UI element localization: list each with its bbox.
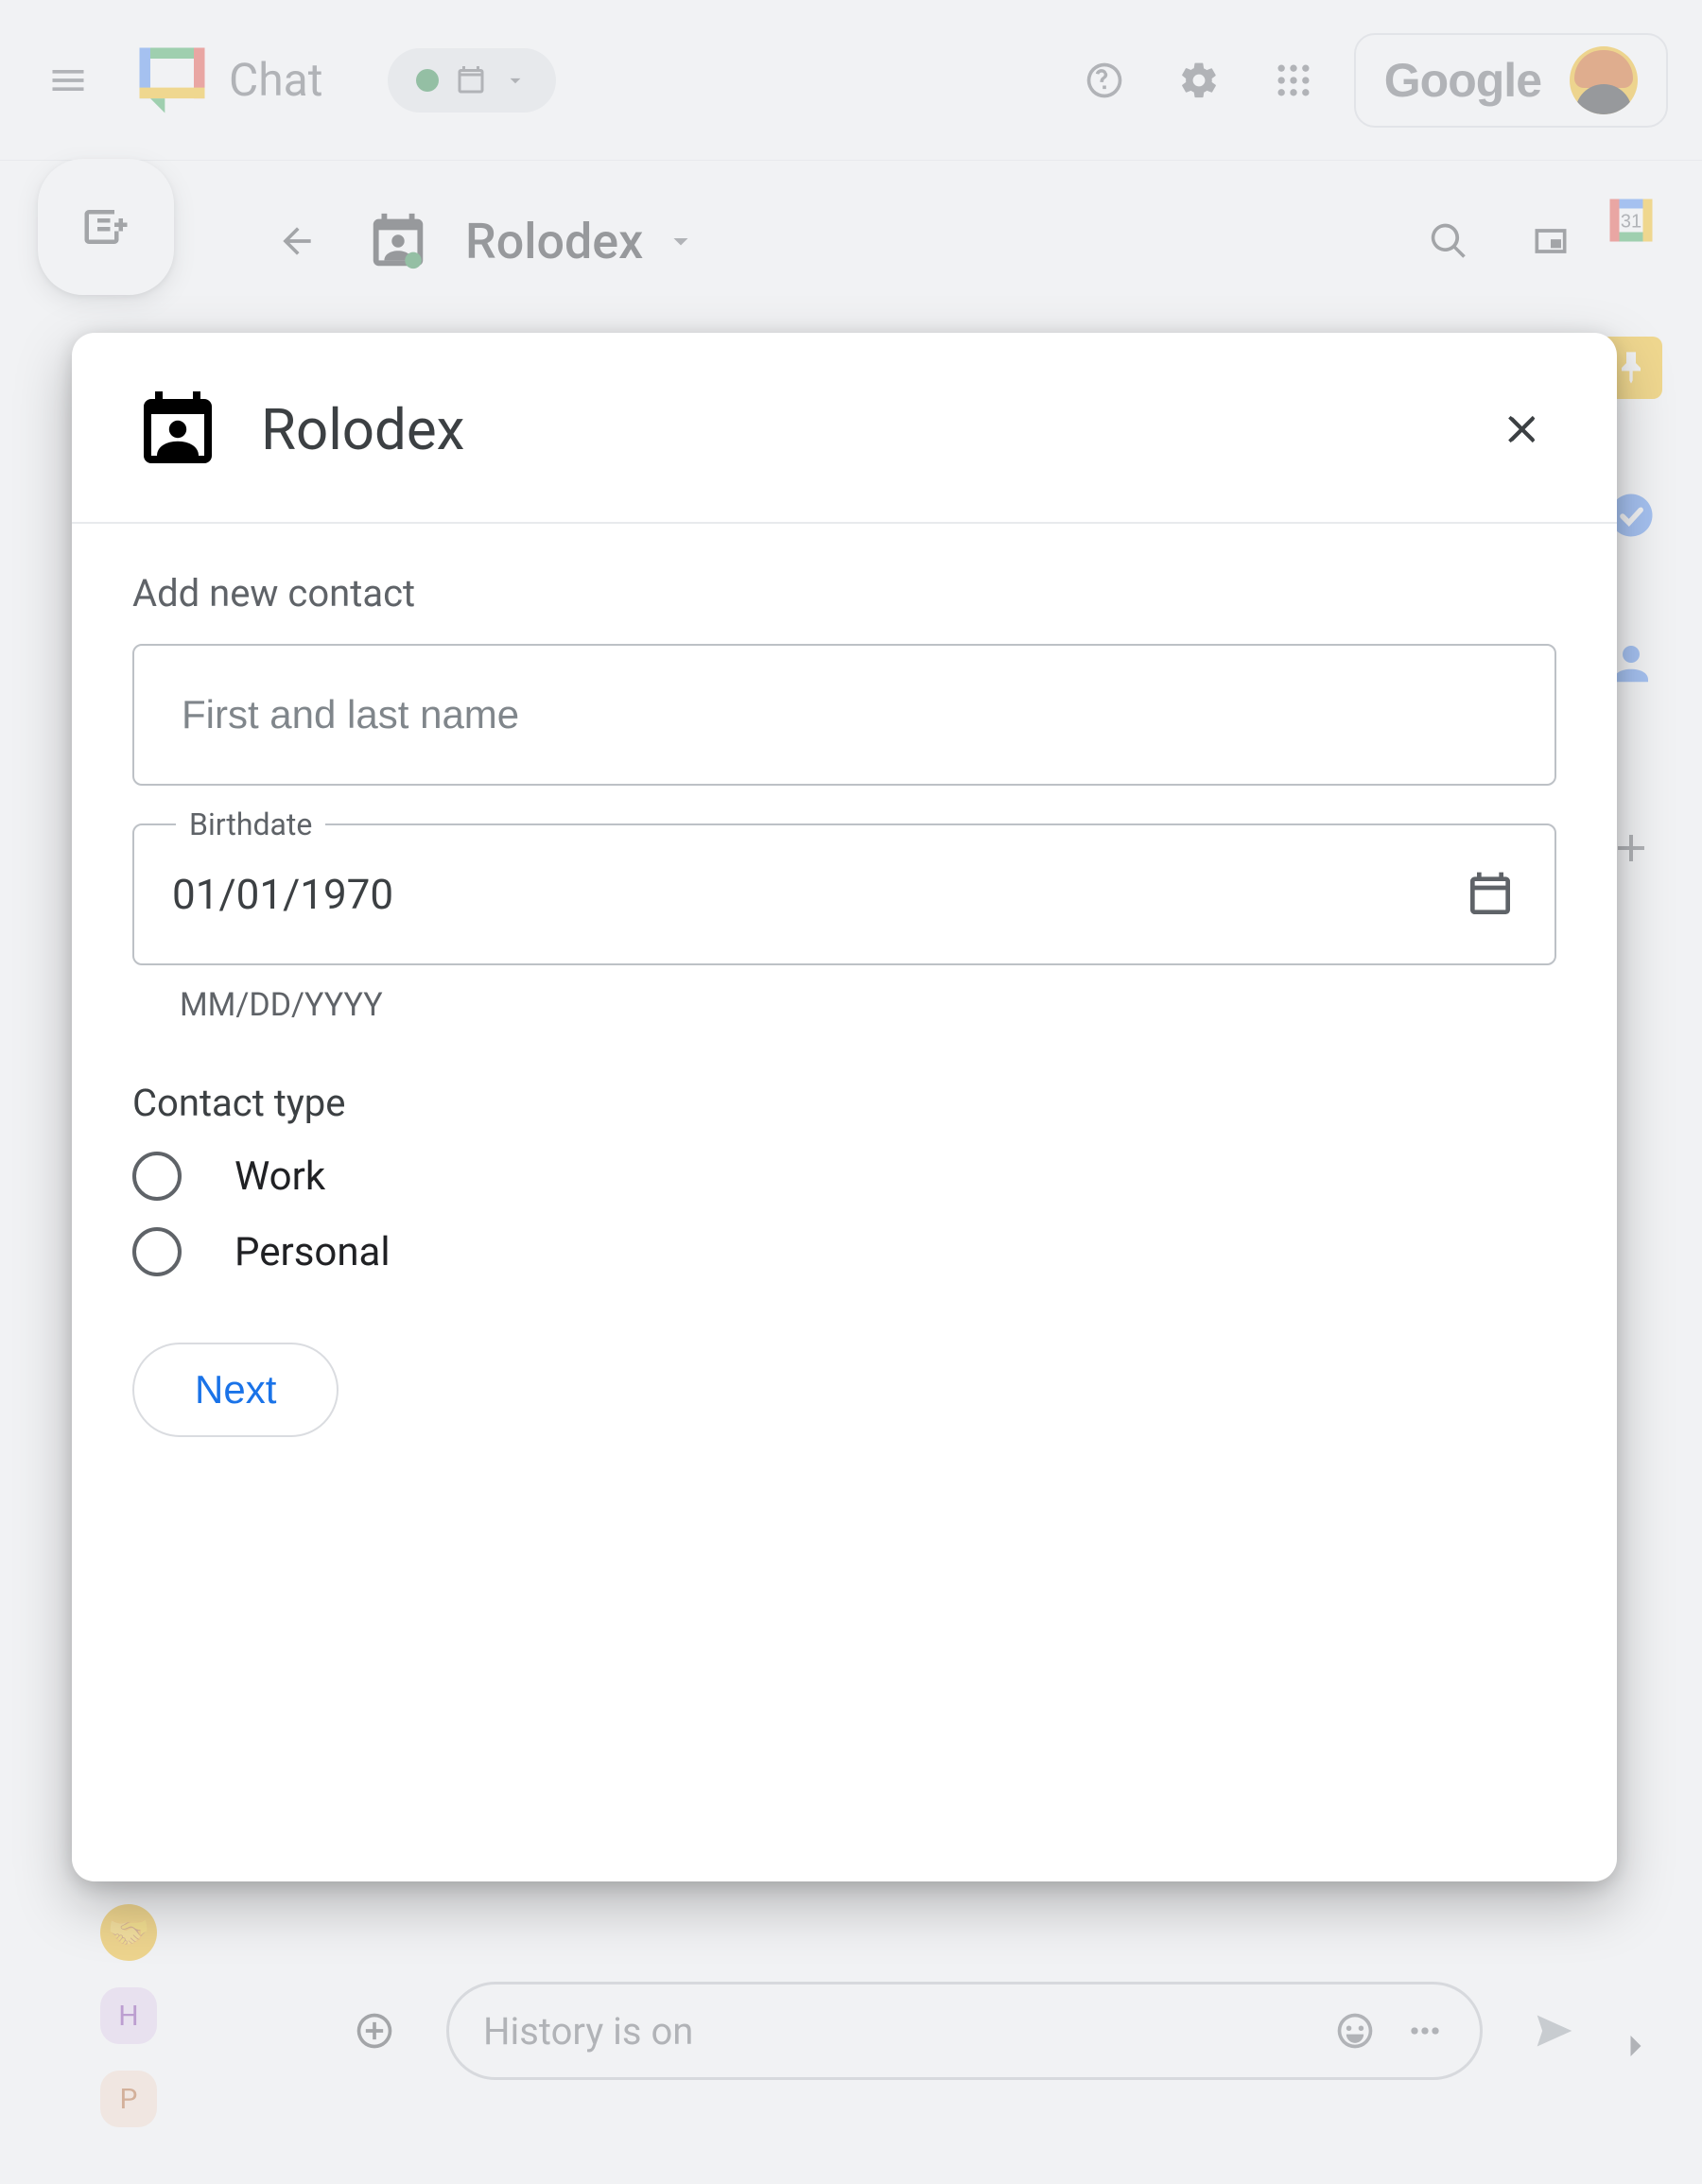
contact-type-radio-work[interactable]: Work (132, 1152, 1556, 1201)
rolodex-modal: Rolodex Add new contact Birthdate 01/01/… (72, 333, 1617, 1881)
name-input[interactable] (132, 644, 1556, 786)
radio-label: Work (234, 1153, 325, 1200)
modal-body: Add new contact Birthdate 01/01/1970 MM/… (72, 524, 1617, 1484)
birthdate-field[interactable]: Birthdate 01/01/1970 (132, 823, 1556, 965)
calendar-picker-icon[interactable] (1464, 868, 1517, 921)
modal-header: Rolodex (72, 333, 1617, 524)
modal-close-button[interactable] (1488, 395, 1556, 463)
contact-type-radio-personal[interactable]: Personal (132, 1227, 1556, 1276)
radio-icon (132, 1227, 182, 1276)
close-icon (1502, 408, 1543, 450)
birthdate-value: 01/01/1970 (172, 870, 1445, 919)
contact-type-label: Contact type (132, 1081, 1556, 1125)
modal-title: Rolodex (261, 396, 464, 463)
form-section-label: Add new contact (132, 571, 1556, 615)
rolodex-app-icon (132, 384, 223, 475)
birthdate-label: Birthdate (176, 806, 325, 842)
radio-icon (132, 1152, 182, 1201)
radio-label: Personal (234, 1229, 391, 1275)
next-button[interactable]: Next (132, 1343, 339, 1437)
birthdate-helper: MM/DD/YYYY (180, 986, 1556, 1024)
